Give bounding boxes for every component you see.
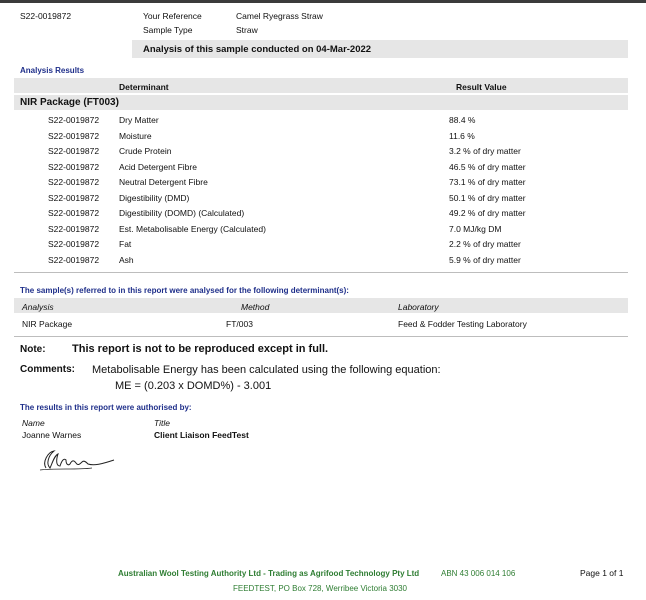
- row-determinant: Dry Matter: [119, 115, 159, 125]
- row-sample-id: S22-0019872: [48, 115, 100, 125]
- footer-company: Australian Wool Testing Authority Ltd - …: [118, 569, 420, 578]
- table-row: S22-0019872 Dry Matter 88.4 %: [0, 115, 646, 131]
- row-sample-id: S22-0019872: [48, 223, 100, 234]
- col-determinant: Determinant: [119, 82, 169, 92]
- table-row: S22-0019872 Ash 5.9 % of dry matter: [0, 255, 646, 271]
- row-determinant: Digestibility (DOMD) (Calculated): [119, 208, 245, 218]
- row-determinant: Est. Metabolisable Energy (Calculated): [119, 223, 266, 234]
- signature-image: [39, 450, 115, 471]
- table-row: S22-0019872 Moisture 11.6 %: [0, 131, 646, 147]
- col-analysis: Analysis: [22, 302, 54, 312]
- col-laboratory: Laboratory: [398, 302, 439, 312]
- footer-abn: ABN 43 006 014 106: [441, 569, 516, 578]
- row-sample-id: S22-0019872: [48, 192, 100, 203]
- window-top-border: [0, 0, 646, 3]
- lab-number: S22-0019872: [20, 11, 72, 21]
- row-determinant: Digestibility (DMD): [119, 192, 190, 203]
- row-result-value: 50.1 % of dry matter: [449, 192, 526, 203]
- row-result-value: 5.9 % of dry matter: [449, 254, 521, 265]
- row-sample-id: S22-0019872: [48, 130, 100, 141]
- row-result-value: 3.2 % of dry matter: [449, 146, 521, 156]
- col-title: Title: [154, 418, 170, 428]
- methods-header-bar: [14, 298, 628, 313]
- row-determinant: Fat: [119, 239, 132, 249]
- note-label: Note:: [20, 344, 46, 355]
- col-result-value: Result Value: [456, 82, 507, 92]
- row-result-value: 11.6 %: [449, 130, 475, 141]
- row-sample-id: S22-0019872: [48, 254, 100, 265]
- row-result-value: 49.2 % of dry matter: [449, 208, 526, 218]
- comments-line-2: ME = (0.203 x DOMD%) - 3.001: [115, 380, 272, 392]
- results-divider: [14, 272, 628, 273]
- row-sample-id: S22-0019872: [48, 208, 100, 218]
- row-sample-id: S22-0019872: [48, 146, 100, 156]
- row-result-value: 88.4 %: [449, 115, 476, 125]
- table-row: S22-0019872 Neutral Detergent Fibre 73.1 %…: [0, 177, 646, 193]
- methods-title: The sample(s) referred to in this report…: [20, 286, 349, 295]
- comments-line-1: Metabolisable Energy has been calculated…: [92, 364, 441, 376]
- sample-type-label: Sample Type: [143, 25, 193, 35]
- comments-label: Comments:: [20, 364, 76, 375]
- note-text: This report is not to be reproduced exce…: [72, 343, 329, 355]
- your-reference-value: Camel Ryegrass Straw: [236, 11, 323, 21]
- package-title: NIR Package (FT003): [20, 97, 119, 108]
- table-row: S22-0019872 Fat 2.2 % of dry matter: [0, 239, 646, 255]
- table-row: S22-0019872 Digestibility (DMD) 50.1 % of …: [0, 193, 646, 209]
- results-header-bar: [14, 78, 628, 93]
- method-laboratory: Feed & Fodder Testing Laboratory: [398, 319, 527, 329]
- row-result-value: 2.2 % of dry matter: [449, 239, 521, 249]
- row-determinant: Crude Protein: [119, 146, 172, 156]
- row-determinant: Moisture: [119, 130, 152, 141]
- sample-type-value: Straw: [236, 25, 258, 35]
- row-determinant: Neutral Detergent Fibre: [119, 177, 208, 187]
- analysis-results-title: Analysis Results: [20, 66, 85, 75]
- row-result-value: 46.5 % of dry matter: [449, 161, 526, 172]
- authorisation-title: The results in this report were authoris…: [20, 403, 192, 412]
- row-result-value: 73.1 % of dry matter: [449, 177, 526, 187]
- authoriser-name: Joanne Warnes: [22, 430, 82, 440]
- row-determinant: Acid Detergent Fibre: [119, 161, 197, 172]
- row-sample-id: S22-0019872: [48, 161, 100, 172]
- table-row: S22-0019872 Digestibility (DOMD) (Calcula…: [0, 208, 646, 224]
- table-row: S22-0019872 Est. Metabolisable Energy (Ca…: [0, 224, 646, 240]
- col-method: Method: [241, 302, 270, 312]
- row-sample-id: S22-0019872: [48, 177, 100, 187]
- table-row: S22-0019872 Crude Protein 3.2 % of dry mat…: [0, 146, 646, 162]
- your-reference-label: Your Reference: [143, 11, 202, 21]
- authoriser-title: Client Liaison FeedTest: [154, 430, 249, 440]
- footer-address: FEEDTEST, PO Box 728, Werribee Victoria …: [233, 584, 408, 593]
- table-row: S22-0019872 Acid Detergent Fibre 46.5 % of…: [0, 162, 646, 178]
- method-code: FT/003: [226, 319, 253, 329]
- col-name: Name: [22, 418, 45, 428]
- method-analysis: NIR Package: [22, 319, 73, 329]
- row-sample-id: S22-0019872: [48, 239, 100, 249]
- row-result-value: 7.0 MJ/kg DM: [449, 223, 502, 234]
- row-determinant: Ash: [119, 254, 134, 265]
- methods-divider: [14, 336, 628, 337]
- page-number: Page 1 of 1: [580, 568, 624, 578]
- analysis-date-text: Analysis of this sample conducted on 04-…: [143, 44, 372, 55]
